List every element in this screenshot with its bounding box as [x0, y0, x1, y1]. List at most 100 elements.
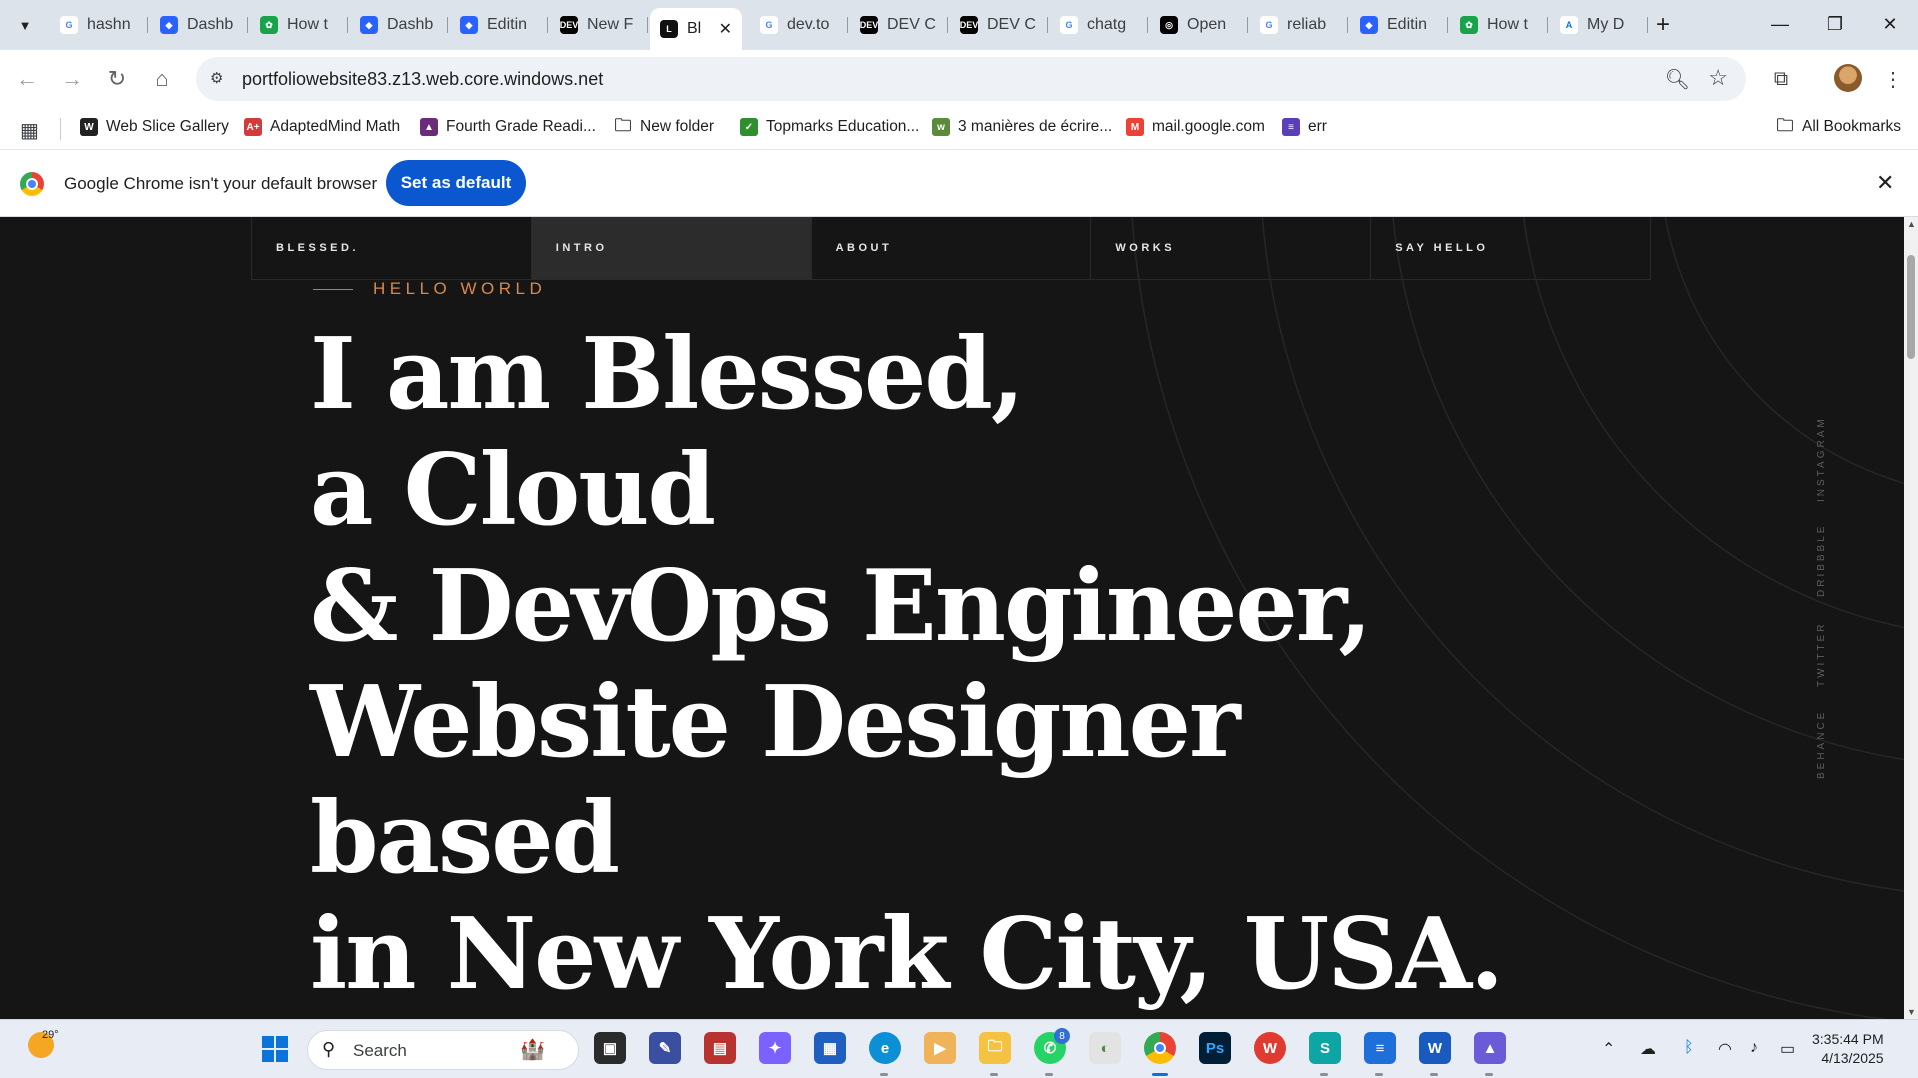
bookmark-4[interactable]: ✓ Topmarks Education... [740, 118, 919, 136]
tab-close-icon[interactable]: ✕ [719, 19, 732, 39]
social-link-twitter[interactable]: TWITTER [1816, 622, 1827, 687]
site-nav-say-hello[interactable]: SAY HELLO [1371, 217, 1650, 279]
tab-favicon-icon: G [1260, 16, 1278, 34]
tab-6[interactable]: L Bl ✕ [650, 8, 742, 50]
site-nav-about[interactable]: ABOUT [812, 217, 1092, 279]
address-bar[interactable]: ⚙ portfoliowebsite83.z13.web.core.window… [196, 57, 1746, 101]
bookmark-7[interactable]: ≡ err [1282, 118, 1327, 136]
tab-10[interactable]: Gchatg [1050, 8, 1148, 42]
page-scrollbar[interactable]: ▲ ▼ [1904, 217, 1918, 1019]
wifi-icon[interactable]: ◠ [1718, 1039, 1732, 1059]
bookmark-3[interactable]: 🗀 New folder [614, 116, 715, 136]
clock-date: 4/13/2025 [1821, 1050, 1884, 1066]
bookmark-1[interactable]: A+ AdaptedMind Math [244, 118, 400, 136]
app-mountain-icon[interactable]: ▲ [1474, 1032, 1506, 1064]
zoom-icon[interactable]: 🔍︎ [1665, 67, 1690, 92]
chrome-taskbar-icon[interactable] [1144, 1032, 1176, 1064]
tab-label: Editin [487, 16, 528, 33]
menu-kebab-icon[interactable]: ⋮ [1878, 64, 1908, 94]
taskbar-clock[interactable]: 3:35:44 PM 4/13/2025 [1812, 1030, 1884, 1068]
bookmark-2[interactable]: ▲ Fourth Grade Readi... [420, 118, 596, 136]
bookmark-label: Topmarks Education... [766, 118, 920, 135]
bookmark-favicon-icon: ✓ [740, 118, 758, 136]
tab-2[interactable]: ✿ How t [250, 8, 348, 42]
social-link-behance[interactable]: BEHANCE [1816, 710, 1827, 779]
winrar-icon[interactable]: ▤ [704, 1032, 736, 1064]
reload-icon[interactable]: ↻ [102, 64, 132, 94]
file-explorer-icon[interactable]: 🗀 [979, 1032, 1011, 1064]
apps-grid-icon[interactable]: ▦ [20, 118, 39, 143]
bookmark-star-icon[interactable]: ☆ [1708, 65, 1728, 91]
scroll-thumb[interactable] [1907, 255, 1915, 359]
start-windows-icon[interactable] [259, 1033, 291, 1065]
tab-4[interactable]: ◆ Editin [450, 8, 548, 42]
tab-9[interactable]: DEV DEV C [950, 8, 1048, 42]
copilot-icon[interactable]: ✦ [759, 1032, 791, 1064]
volume-icon[interactable]: ♪ [1750, 1039, 1758, 1057]
microsoft-store-icon[interactable]: ▦ [814, 1032, 846, 1064]
browser-toolbar: ← → ↻ ⌂ ⚙ portfoliowebsite83.z13.web.cor… [0, 50, 1918, 108]
social-link-dribbble[interactable]: DRIBBBLE [1816, 524, 1827, 597]
task-view-icon[interactable]: ▣ [594, 1032, 626, 1064]
back-arrow-icon[interactable]: ← [12, 64, 42, 94]
home-icon[interactable]: ⌂ [147, 64, 177, 94]
all-bookmarks-button[interactable]: 🗀 All Bookmarks [1776, 115, 1902, 136]
site-nav-intro[interactable]: INTRO [531, 217, 812, 279]
battery-icon[interactable]: ▭ [1780, 1039, 1795, 1059]
tab-label: hashn [87, 16, 131, 33]
photoshop-icon[interactable]: Ps [1199, 1032, 1231, 1064]
bluetooth-icon[interactable]: ᛒ [1684, 1039, 1694, 1057]
bookmark-0[interactable]: W Web Slice Gallery [80, 118, 229, 136]
tab-5[interactable]: DEV New F [550, 8, 648, 42]
headline-line: based [310, 781, 620, 896]
tab-3[interactable]: ◆ Dashb [350, 8, 448, 42]
tray-chevron-up-icon[interactable]: ⌃ [1602, 1039, 1615, 1059]
headline-line: in New York City, USA. [310, 897, 1504, 1012]
search-icon: ⚲ [322, 1039, 336, 1059]
edge-icon[interactable]: e [869, 1032, 901, 1064]
scroll-up-icon[interactable]: ▲ [1907, 219, 1916, 229]
tab-0[interactable]: Ghashn [50, 8, 148, 42]
folder-icon: 🗀 [1776, 115, 1794, 135]
minimize-icon[interactable]: — [1760, 8, 1800, 40]
tab-label: Dashb [187, 16, 234, 33]
tab-15[interactable]: A My D [1550, 8, 1648, 42]
url-text[interactable]: portfoliowebsite83.z13.web.core.windows.… [242, 69, 603, 90]
infobar-close-icon[interactable]: ✕ [1876, 170, 1894, 196]
restore-icon[interactable]: ❐ [1815, 8, 1855, 40]
tab-13[interactable]: ◆ Editin [1350, 8, 1448, 42]
new-tab-button[interactable]: + [1650, 11, 1676, 38]
wps-office-icon[interactable]: W [1254, 1032, 1286, 1064]
photos-icon[interactable]: ◐ [1089, 1032, 1121, 1064]
site-nav-works[interactable]: WORKS [1091, 217, 1372, 279]
extensions-icon[interactable]: ⧉ [1766, 64, 1796, 94]
media-player-icon[interactable]: ▶ [924, 1032, 956, 1064]
bookmark-6[interactable]: Mmail.google.com [1126, 118, 1265, 136]
set-as-default-button[interactable]: Set as default [386, 160, 526, 206]
word-icon[interactable]: W [1419, 1032, 1451, 1064]
scroll-down-icon[interactable]: ▼ [1907, 1007, 1916, 1017]
profile-avatar[interactable] [1834, 64, 1862, 92]
tab-favicon-icon: L [660, 20, 678, 38]
app-feather-icon[interactable]: ✎ [649, 1032, 681, 1064]
tab-12[interactable]: Greliab [1250, 8, 1348, 42]
social-link-instagram[interactable]: INSTAGRAM [1816, 416, 1827, 502]
forward-arrow-icon[interactable]: → [57, 64, 87, 94]
tab-1[interactable]: ◆ Dashb [150, 8, 248, 42]
tab-14[interactable]: ✿ How t [1450, 8, 1548, 42]
tab-favicon-icon: ✿ [260, 16, 278, 34]
tab-7[interactable]: Gdev.to [750, 8, 848, 42]
site-settings-icon[interactable]: ⚙ [210, 69, 230, 89]
app-s-icon[interactable]: S [1309, 1032, 1341, 1064]
site-nav-blessed[interactable]: BLESSED. [252, 217, 532, 279]
bookmark-5[interactable]: w 3 manières de écrire... [932, 118, 1112, 136]
tab-8[interactable]: DEV DEV C [850, 8, 948, 42]
close-window-icon[interactable]: ✕ [1870, 8, 1910, 40]
taskbar-search[interactable]: ⚲ Search 🏰 [307, 1030, 579, 1070]
tab-separator [547, 17, 548, 33]
onedrive-offline-icon[interactable]: ☁ [1640, 1039, 1656, 1059]
tab-search-chevron-icon[interactable]: ▼ [12, 12, 38, 38]
taskbar-search-label: Search [353, 1041, 407, 1060]
tab-11[interactable]: ◎ Open [1150, 8, 1248, 42]
notepad-icon[interactable]: ≡ [1364, 1032, 1396, 1064]
